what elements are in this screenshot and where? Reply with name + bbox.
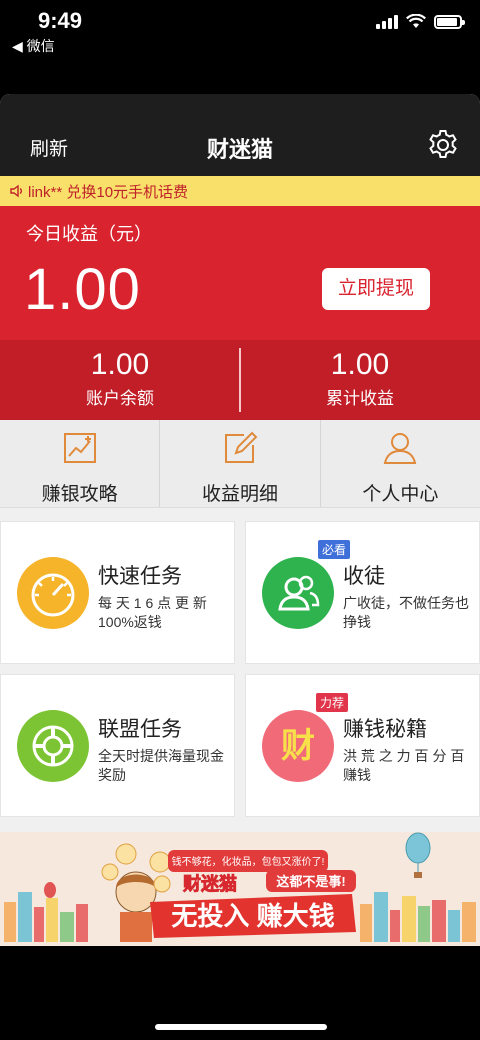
wifi-icon — [406, 14, 426, 28]
speedometer-icon — [17, 557, 89, 629]
card-quick-task[interactable]: 快速任务 每 天 1 6 点 更 新 100%返钱 — [0, 521, 235, 664]
total-earnings[interactable]: 1.00 累计收益 — [240, 340, 480, 420]
earnings-panel: 今日收益（元） 1.00 立即提现 — [0, 206, 480, 340]
status-indicators — [376, 14, 465, 29]
people-icon — [262, 557, 334, 629]
badge-recommended: 力荐 — [316, 693, 349, 712]
stat-value: 1.00 — [330, 348, 390, 381]
status-time: 9:49 — [38, 8, 83, 33]
lifebuoy-icon — [17, 710, 89, 782]
shortcut-label: 赚银攻略 — [41, 484, 118, 505]
app-container: 刷新 财迷猫 link** 兑换10元手机话费 今日收益（元） 1.00 立即提… — [0, 94, 480, 946]
notice-text: link** 兑换10元手机话费 — [28, 183, 189, 201]
banner-slogan: 无投入 赚大钱 — [171, 901, 334, 931]
page-title: 财迷猫 — [206, 137, 273, 162]
card-desc: 洪 荒 之 力 百 分 百 赚钱 — [343, 748, 465, 783]
card-title: 收徒 — [343, 565, 385, 588]
gear-icon[interactable] — [426, 128, 460, 162]
navbar: 刷新 财迷猫 — [0, 94, 480, 176]
chart-icon — [63, 433, 96, 463]
card-desc: 每 天 1 6 点 更 新 100%返钱 — [98, 595, 207, 630]
status-bar: 9:49 ◀ 微信 — [0, 0, 480, 94]
stat-value: 1.00 — [90, 348, 150, 381]
shortcut-bar: 赚银攻略 收益明细 个人中心 — [0, 420, 480, 508]
card-secret-guide[interactable]: 力荐 财 赚钱秘籍 洪 荒 之 力 百 分 百 赚钱 — [245, 674, 480, 817]
shortcut-label: 收益明细 — [201, 484, 278, 505]
card-recruit[interactable]: 必看 收徒 广收徒，不做任务也挣钱 — [245, 521, 480, 664]
withdraw-button[interactable]: 立即提现 — [322, 268, 430, 310]
divider — [239, 348, 241, 412]
promo-banner[interactable]: 钱不够花，化妆品，包包又涨价了! 这都不是事! 财迷猫 无投入 赚大钱 — [0, 832, 480, 946]
edit-icon — [224, 431, 258, 463]
stat-label: 累计收益 — [326, 389, 394, 408]
card-title: 联盟任务 — [98, 718, 182, 741]
today-earnings-label: 今日收益（元） — [26, 224, 152, 244]
signal-icon — [376, 14, 398, 29]
shortcut-profile[interactable]: 个人中心 — [321, 420, 480, 507]
card-desc: 广收徒，不做任务也挣钱 — [343, 595, 469, 630]
account-balance[interactable]: 1.00 账户余额 — [0, 340, 240, 420]
battery-icon — [434, 14, 465, 29]
notice-bar[interactable]: link** 兑换10元手机话费 — [0, 176, 480, 206]
back-to-wechat[interactable]: ◀ 微信 — [12, 36, 55, 56]
banner-line1: 钱不够花，化妆品，包包又涨价了! — [172, 855, 325, 868]
cai-character: 财 — [281, 727, 315, 765]
card-alliance-task[interactable]: 联盟任务 全天时提供海量现金奖励 — [0, 674, 235, 817]
home-indicator[interactable] — [155, 1024, 327, 1030]
banner-line2: 这都不是事! — [276, 874, 345, 889]
shortcut-earning-guide[interactable]: 赚银攻略 — [0, 420, 161, 507]
cai-character-icon: 财 — [262, 710, 334, 782]
shortcut-label: 个人中心 — [362, 484, 439, 505]
today-earnings-value: 1.00 — [24, 257, 141, 322]
stats-row: 1.00 账户余额 1.00 累计收益 — [0, 340, 480, 420]
speaker-icon — [10, 184, 22, 198]
banner-brand: 财迷猫 — [183, 873, 237, 894]
person-icon — [384, 433, 417, 464]
shortcut-earnings-detail[interactable]: 收益明细 — [160, 420, 321, 507]
stat-label: 账户余额 — [86, 389, 154, 408]
banner-illustration: 钱不够花，化妆品，包包又涨价了! 这都不是事! 财迷猫 无投入 赚大钱 — [4, 832, 476, 942]
card-desc: 全天时提供海量现金奖励 — [98, 748, 224, 783]
card-title: 赚钱秘籍 — [343, 718, 427, 741]
card-title: 快速任务 — [98, 565, 182, 588]
